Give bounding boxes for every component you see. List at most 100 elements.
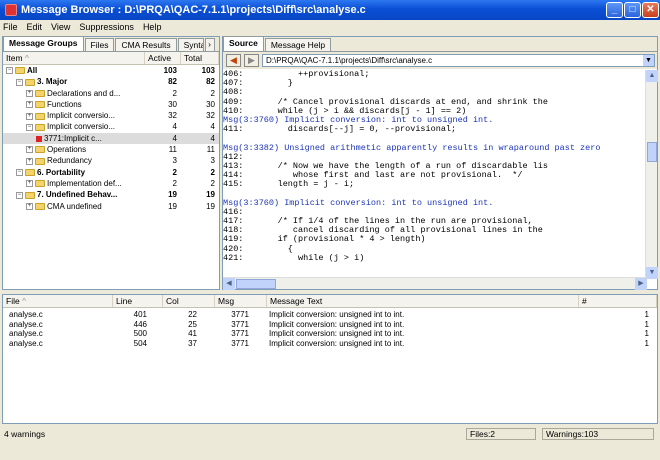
tree-item-active: 32 xyxy=(168,111,177,121)
diagnostic-message[interactable]: Msg(3:3760) Implicit conversion: int to … xyxy=(223,197,647,208)
col-col[interactable]: Col xyxy=(163,295,215,307)
tab-message-help[interactable]: Message Help xyxy=(264,38,332,51)
vertical-scroll-thumb[interactable] xyxy=(647,142,657,162)
expand-toggle-icon[interactable]: + xyxy=(26,101,33,109)
folder-icon xyxy=(35,89,45,97)
results-cell-col: 41 xyxy=(188,329,197,338)
diagnostic-message[interactable]: Msg(3:3382) Unsigned arithmetic apparent… xyxy=(223,143,647,153)
expand-toggle-icon[interactable]: + xyxy=(26,157,33,165)
tree-item-active: 103 xyxy=(163,66,177,75)
expand-toggle-icon[interactable]: + xyxy=(26,146,33,154)
horizontal-scroll-thumb[interactable] xyxy=(236,279,276,289)
menu-suppressions[interactable]: Suppressions xyxy=(79,22,134,32)
tree-item[interactable]: + Implicit conversio... 32 32 xyxy=(3,110,219,121)
results-cell-line: 401 xyxy=(133,310,147,319)
results-cell-line: 500 xyxy=(133,329,147,338)
tree-item-total: 19 xyxy=(206,190,215,200)
close-button[interactable]: ✕ xyxy=(642,2,659,18)
forward-arrow-icon[interactable]: ▶ xyxy=(244,54,259,67)
col-line[interactable]: Line xyxy=(113,295,163,307)
menu-edit[interactable]: Edit xyxy=(27,22,43,32)
tab-source[interactable]: Source xyxy=(223,36,264,51)
file-path-field[interactable]: D:\PRQA\QAC-7.1.1\projects\Diff\src\anal… xyxy=(262,54,655,67)
tab-cma-results[interactable]: CMA Results xyxy=(115,38,177,51)
expand-toggle-icon[interactable]: + xyxy=(26,202,33,210)
tab-files[interactable]: Files xyxy=(84,38,115,51)
results-cell-text: Implicit conversion: unsigned int to int… xyxy=(269,319,405,329)
tree-item[interactable]: + Declarations and d... 2 2 xyxy=(3,88,219,99)
tree-item[interactable]: − Implicit conversio... 4 4 xyxy=(3,121,219,132)
scroll-right-icon[interactable]: ▶ xyxy=(635,278,647,290)
expand-toggle-icon[interactable]: − xyxy=(26,123,33,131)
code-vertical-scrollbar[interactable]: ▲ ▼ xyxy=(645,70,658,279)
sort-up-icon: ^ xyxy=(22,296,27,306)
scroll-up-icon[interactable]: ▲ xyxy=(646,70,658,82)
results-cell-file: analyse.c xyxy=(9,310,43,319)
col-active[interactable]: Active xyxy=(145,52,181,64)
expand-toggle-icon[interactable]: − xyxy=(16,169,23,177)
window-title: Message Browser : D:\PRQA\QAC-7.1.1\proj… xyxy=(21,4,366,16)
tree-item-active: 19 xyxy=(168,201,177,211)
col-count[interactable]: # xyxy=(579,295,657,307)
tree-item-active: 4 xyxy=(172,122,177,132)
status-warnings-count: 4 warnings xyxy=(4,429,46,439)
folder-icon xyxy=(35,202,45,210)
folder-icon xyxy=(25,191,35,199)
results-header: File ^ Line Col Msg Message Text # xyxy=(3,295,657,308)
col-msg[interactable]: Msg xyxy=(215,295,267,307)
menu-help[interactable]: Help xyxy=(143,22,162,32)
tab-message-groups[interactable]: Message Groups xyxy=(3,36,84,51)
code-line: 411: discards[--j] = 0, --provisional; xyxy=(223,124,647,135)
chevron-down-icon[interactable]: ▼ xyxy=(643,55,654,66)
tree-item-total: 82 xyxy=(206,77,215,87)
tree-item[interactable]: + Operations 11 11 xyxy=(3,144,219,155)
maximize-button[interactable]: □ xyxy=(624,2,641,18)
tree-item[interactable]: − 6. Portability 2 2 xyxy=(3,167,219,178)
tree-item[interactable]: + Functions 30 30 xyxy=(3,99,219,110)
results-cell-file: analyse.c xyxy=(9,329,43,338)
tree-item-active: 3 xyxy=(172,156,177,166)
menu-file[interactable]: File xyxy=(3,22,18,32)
col-file[interactable]: File ^ xyxy=(3,295,113,307)
tree-item-active: 19 xyxy=(168,190,177,200)
results-row[interactable]: analyse.c 504 37 3771 Implicit conversion: u… xyxy=(3,339,657,349)
source-code-view[interactable]: 406: ++provisional; 407: } 408: 409: /* Can… xyxy=(223,70,647,279)
expand-toggle-icon[interactable]: − xyxy=(6,67,13,75)
expand-toggle-icon[interactable]: + xyxy=(26,112,33,120)
menu-view[interactable]: View xyxy=(51,22,70,32)
expand-toggle-icon[interactable]: − xyxy=(16,191,23,199)
code-line: 421: while (j > i) xyxy=(223,253,647,263)
minimize-button[interactable]: _ xyxy=(606,2,623,18)
expand-toggle-icon[interactable]: + xyxy=(26,180,33,188)
tree-item[interactable]: 3771:Implicit c... 4 4 xyxy=(3,132,219,145)
tab-syntax[interactable]: Synta xyxy=(177,38,204,51)
tree-item-label: Redundancy xyxy=(47,156,92,166)
right-tab-strip: Source Message Help xyxy=(223,36,657,52)
col-message-text[interactable]: Message Text xyxy=(267,295,579,307)
code-text: discards[--j] = 0, --provisional; xyxy=(247,124,457,135)
results-row[interactable]: analyse.c 401 22 3771 Implicit conversion: u… xyxy=(3,310,657,320)
menu-bar: File Edit View Suppressions Help xyxy=(0,20,660,34)
scroll-down-icon[interactable]: ▼ xyxy=(646,267,658,279)
tree-item-label: 6. Portability xyxy=(37,167,86,177)
tree-item[interactable]: − All 103 103 xyxy=(3,65,219,76)
source-nav-bar: ◀ ▶ D:\PRQA\QAC-7.1.1\projects\Diff\src\… xyxy=(223,52,657,69)
expand-toggle-icon[interactable]: − xyxy=(16,78,23,86)
tree-item[interactable]: − 3. Major 82 82 xyxy=(3,76,219,87)
tab-scroll-right-icon[interactable]: › xyxy=(204,38,215,51)
results-row[interactable]: analyse.c 446 25 3771 Implicit conversion: u… xyxy=(3,320,657,330)
tree-item[interactable]: + Redundancy 3 3 xyxy=(3,155,219,166)
tree-item-active: 2 xyxy=(172,167,177,177)
tree-item-active: 4 xyxy=(172,133,177,143)
col-item[interactable]: Item ^ xyxy=(3,52,145,64)
scroll-left-icon[interactable]: ◀ xyxy=(223,278,235,290)
expand-toggle-icon[interactable]: + xyxy=(26,89,33,97)
tree-item[interactable]: + Implementation def... 2 2 xyxy=(3,178,219,189)
code-horizontal-scrollbar[interactable]: ◀ ▶ xyxy=(223,277,647,290)
results-row[interactable]: analyse.c 500 41 3771 Implicit conversion: u… xyxy=(3,329,657,339)
tree-item[interactable]: − 7. Undefined Behav... 19 19 xyxy=(3,189,219,200)
tree-item[interactable]: + CMA undefined 19 19 xyxy=(3,201,219,212)
col-total[interactable]: Total xyxy=(181,52,219,64)
diagnostic-text: Msg(3:3760) Implicit conversion: int to … xyxy=(223,197,494,208)
back-arrow-icon[interactable]: ◀ xyxy=(226,54,241,67)
